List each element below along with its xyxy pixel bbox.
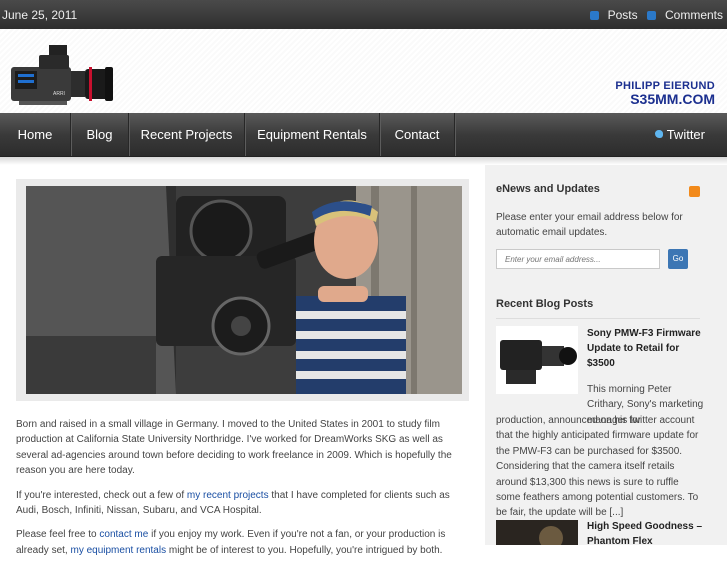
go-button[interactable]: Go: [668, 249, 688, 269]
rss-icon[interactable]: [689, 186, 700, 197]
post-excerpt: production, announced on his twitter acc…: [496, 415, 699, 519]
brand-site: S35MM.COM: [630, 91, 715, 107]
post-title-link[interactable]: Sony PMW-F3 Firmware Update to Retail fo…: [587, 326, 705, 372]
divider: [496, 318, 700, 319]
main-nav: Home Blog Recent Projects Equipment Rent…: [0, 113, 727, 157]
enews-title: eNews and Updates: [496, 183, 600, 195]
feed-links: Posts Comments: [584, 8, 723, 22]
post-thumbnail[interactable]: [496, 326, 578, 394]
top-bar: June 25, 2011 Posts Comments: [0, 0, 727, 29]
projects-paragraph: If you're interested, check out a few of…: [16, 489, 450, 517]
nav-item-blog[interactable]: Blog: [71, 113, 129, 156]
intro-paragraph: Born and raised in a small village in Ge…: [16, 419, 452, 477]
brand-name[interactable]: PHILIPP EIERUND S35MM.COM: [615, 80, 715, 106]
twitter-link[interactable]: Twitter: [654, 127, 705, 142]
camera-operator-photo: [26, 186, 462, 394]
bird-icon: [654, 130, 663, 138]
cinema-camera-logo[interactable]: ARRI: [9, 41, 115, 107]
comments-feed-link[interactable]: Comments: [646, 8, 723, 22]
email-input[interactable]: [496, 249, 660, 269]
recent-posts-title: Recent Blog Posts: [496, 298, 594, 310]
svg-text:ARRI: ARRI: [53, 91, 65, 97]
equipment-rentals-link[interactable]: my equipment rentals: [70, 545, 166, 556]
recent-projects-link[interactable]: my recent projects: [187, 490, 269, 501]
nav-shadow: [0, 157, 727, 165]
posts-feed-link[interactable]: Posts: [589, 8, 638, 22]
contact-paragraph: Please feel free to contact me if you en…: [16, 529, 446, 556]
site-header: ARRI PHILIPP EIERUND S35MM.COM: [0, 29, 727, 113]
nav-item-recent-projects[interactable]: Recent Projects: [129, 113, 245, 156]
date-label: June 25, 2011: [2, 8, 78, 22]
contact-link[interactable]: contact me: [99, 529, 148, 540]
nav-item-equipment-rentals[interactable]: Equipment Rentals: [245, 113, 380, 156]
rss-icon: [646, 11, 656, 20]
post-thumbnail[interactable]: [496, 520, 578, 545]
rss-icon: [589, 11, 599, 20]
nav-item-contact[interactable]: Contact: [380, 113, 455, 156]
nav-item-home[interactable]: Home: [0, 113, 71, 156]
enews-description: Please enter your email address below fo…: [496, 212, 683, 239]
